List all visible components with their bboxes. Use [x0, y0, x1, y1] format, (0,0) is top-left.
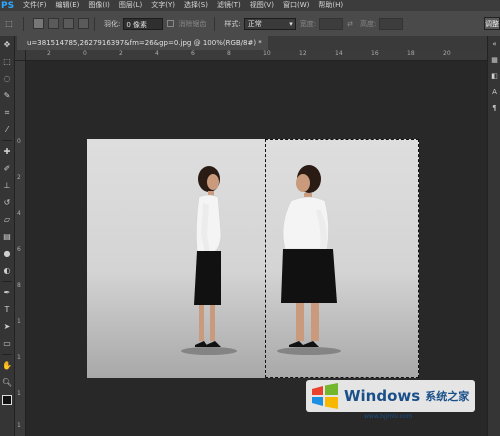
- divider: [23, 16, 24, 31]
- clone-stamp-tool-icon[interactable]: ⊥: [0, 177, 14, 194]
- ruler-label: 16: [371, 50, 379, 57]
- ruler-label: 8: [17, 282, 21, 289]
- divider: [2, 140, 12, 141]
- toolbox: ✥ ⬚ ◌ ✎ ⌗ ⁄ ✚ ✐ ⊥ ↺ ▱ ▤ ● ◐ ✒ T ➤ ▭ ✋ 🔍︎: [0, 36, 15, 436]
- menu-file[interactable]: 文件(F): [23, 0, 47, 11]
- width-input: [319, 17, 344, 30]
- gradient-tool-icon[interactable]: ▤: [0, 228, 14, 245]
- ruler-label: 1: [17, 390, 21, 397]
- ruler-label: 2: [119, 50, 123, 57]
- pen-tool-icon[interactable]: ✒: [0, 284, 14, 301]
- menu-help[interactable]: 帮助(H): [318, 0, 343, 11]
- ruler-label: 4: [17, 210, 21, 217]
- menu-window[interactable]: 窗口(W): [283, 0, 309, 11]
- ruler-label: 12: [299, 50, 307, 57]
- ruler-label: 8: [227, 50, 231, 57]
- options-bar: ⬚ 羽化: 0 像素 消除锯齿 样式: 正常 宽度: ⇄ 高度: 调整: [0, 11, 500, 37]
- document-tab-bar: u=381514785,2627916397&fm=26&gp=0.jpg @ …: [15, 36, 487, 51]
- style-label: 样式:: [224, 19, 241, 28]
- ruler-label: 0: [83, 50, 87, 57]
- watermark-suffix: 系统之家: [425, 390, 470, 403]
- refine-edge-button[interactable]: 调整: [484, 17, 500, 30]
- feather-input[interactable]: 0 像素: [123, 17, 164, 30]
- menu-edit[interactable]: 编辑(E): [56, 0, 80, 11]
- divider: [2, 354, 12, 355]
- menu-select[interactable]: 选择(S): [184, 0, 208, 11]
- swap-icon: ⇄: [347, 19, 353, 28]
- tool-preset-icon[interactable]: ⬚: [0, 19, 18, 28]
- ruler-corner: [15, 50, 26, 61]
- menu-bar: PS 文件(F) 编辑(E) 图像(I) 图层(L) 文字(Y) 选择(S) 滤…: [0, 0, 500, 11]
- ruler-label: 10: [263, 50, 271, 57]
- ruler-label: 6: [17, 246, 21, 253]
- color-swatch-icon[interactable]: [0, 391, 14, 408]
- properties-panel-icon[interactable]: ◧: [488, 68, 500, 84]
- blur-tool-icon[interactable]: ●: [0, 245, 14, 262]
- menu-image[interactable]: 图像(I): [88, 0, 110, 11]
- history-panel-icon[interactable]: ▦: [488, 52, 500, 68]
- zoom-tool-icon[interactable]: 🔍︎: [0, 374, 14, 391]
- divider: [214, 16, 216, 31]
- paragraph-panel-icon[interactable]: ¶: [488, 100, 500, 116]
- right-panel-dock: « ▦ ◧ A ¶: [487, 36, 500, 436]
- character-panel-icon[interactable]: A: [488, 84, 500, 100]
- ruler-label: 2: [47, 50, 51, 57]
- ruler-label: 2: [17, 174, 21, 181]
- intersect-selection-button[interactable]: [78, 18, 89, 29]
- path-select-tool-icon[interactable]: ➤: [0, 318, 14, 335]
- add-selection-button[interactable]: [48, 18, 59, 29]
- lasso-tool-icon[interactable]: ◌: [0, 70, 14, 87]
- photoshop-logo: PS: [1, 0, 15, 11]
- ruler-top: 2 0 2 4 6 8 10 12 14 16 18 20: [26, 50, 487, 61]
- crop-tool-icon[interactable]: ⌗: [0, 104, 14, 121]
- style-select[interactable]: 正常: [243, 17, 296, 30]
- site-watermark: Windows 系统之家: [306, 380, 476, 412]
- healing-tool-icon[interactable]: ✚: [0, 143, 14, 160]
- ruler-label: 18: [407, 50, 415, 57]
- windows-logo-icon: [312, 383, 338, 409]
- watermark-brand: Windows: [344, 387, 421, 405]
- subtract-selection-button[interactable]: [63, 18, 74, 29]
- slim-woman-figure: [194, 166, 222, 347]
- ruler-left: 0 2 4 6 8 1 1 1 1: [15, 50, 26, 436]
- divider: [94, 16, 95, 31]
- brush-tool-icon[interactable]: ✐: [0, 160, 14, 177]
- history-brush-tool-icon[interactable]: ↺: [0, 194, 14, 211]
- width-label: 宽度:: [299, 19, 317, 28]
- ruler-label: 20: [443, 50, 451, 57]
- marquee-selection[interactable]: [265, 139, 419, 378]
- ruler-label: 6: [191, 50, 195, 57]
- menu-view[interactable]: 视图(V): [250, 0, 274, 11]
- watermark-url: www.bjjmlv.com: [364, 413, 413, 420]
- panel-collapse-icon[interactable]: «: [488, 36, 500, 52]
- menu-type[interactable]: 文字(Y): [151, 0, 175, 11]
- feather-label: 羽化:: [104, 19, 121, 28]
- divider: [2, 281, 12, 282]
- menu-layer[interactable]: 图层(L): [119, 0, 142, 11]
- marquee-tool-icon[interactable]: ⬚: [0, 53, 14, 70]
- ruler-label: 1: [17, 354, 21, 361]
- eraser-tool-icon[interactable]: ▱: [0, 211, 14, 228]
- shape-tool-icon[interactable]: ▭: [0, 335, 14, 352]
- height-input: [379, 17, 404, 30]
- ruler-label: 1: [17, 422, 21, 429]
- ruler-label: 14: [335, 50, 343, 57]
- antialias-label: 消除锯齿: [178, 19, 207, 28]
- ruler-label: 1: [17, 318, 21, 325]
- ruler-label: 4: [155, 50, 159, 57]
- ruler-label: 0: [17, 138, 21, 145]
- antialias-checkbox[interactable]: [167, 20, 175, 27]
- menu-filter[interactable]: 滤镜(T): [217, 0, 241, 11]
- type-tool-icon[interactable]: T: [0, 301, 14, 318]
- height-label: 高度:: [359, 19, 377, 28]
- hand-tool-icon[interactable]: ✋: [0, 357, 14, 374]
- new-selection-button[interactable]: [33, 18, 44, 29]
- dodge-tool-icon[interactable]: ◐: [0, 262, 14, 279]
- document-tab[interactable]: u=381514785,2627916397&fm=26&gp=0.jpg @ …: [17, 36, 268, 50]
- eyedropper-tool-icon[interactable]: ⁄: [0, 121, 14, 138]
- move-tool-icon[interactable]: ✥: [0, 36, 14, 53]
- quick-select-tool-icon[interactable]: ✎: [0, 87, 14, 104]
